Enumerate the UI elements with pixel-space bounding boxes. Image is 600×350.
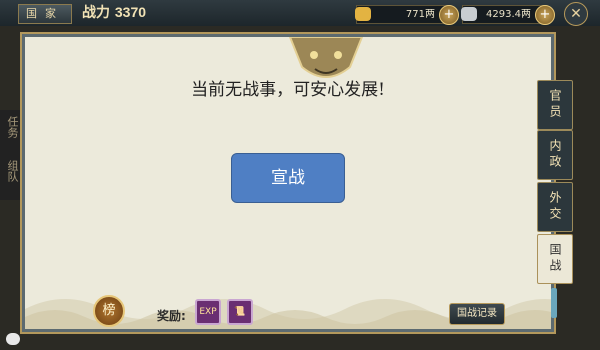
gold-resource: 771两 + (355, 5, 459, 25)
side-item-team[interactable]: 组队 (4, 160, 20, 182)
side-menu: 任务 组队 (0, 110, 22, 200)
silver-ingot-icon (461, 7, 477, 21)
exp-token-icon: EXP (199, 307, 217, 317)
side-item-task[interactable]: 任务 (4, 116, 20, 138)
war-panel: 当前无战事，可安心发展! 宣战 榜 奖励: EXP 📜 国战记录 (22, 34, 554, 332)
tab-officials[interactable]: 官员 (537, 80, 573, 130)
tassel-decoration (551, 288, 557, 318)
top-bar: 国家 战力 3370 771两 + 4293.4两 + ✕ (0, 0, 600, 26)
combat-power-value: 3370 (114, 4, 147, 20)
gold-value: 771两 (405, 9, 435, 20)
combat-power: 战力 3370 (82, 2, 146, 22)
country-button[interactable]: 国家 (18, 4, 72, 24)
chat-bubble-icon[interactable] (6, 333, 20, 345)
reward-label: 奖励: (157, 309, 186, 323)
gold-ingot-icon (355, 7, 371, 21)
combat-power-label: 战力 (82, 5, 110, 21)
ranking-button[interactable]: 榜 (93, 295, 125, 327)
war-record-button[interactable]: 国战记录 (449, 303, 505, 325)
tab-national-war[interactable]: 国战 (537, 234, 573, 284)
add-silver-button[interactable]: + (535, 5, 555, 25)
close-button[interactable]: ✕ (564, 2, 588, 26)
add-gold-button[interactable]: + (439, 5, 459, 25)
scroll-icon: 📜 (234, 307, 246, 317)
silver-resource: 4293.4两 + (461, 5, 555, 25)
reward-item-scroll[interactable]: 📜 (227, 299, 253, 325)
reward-item-exp[interactable]: EXP (195, 299, 221, 325)
tab-diplomacy[interactable]: 外交 (537, 182, 573, 232)
declare-war-button[interactable]: 宣战 (231, 153, 345, 203)
silver-value: 4293.4两 (486, 9, 531, 20)
war-status-message: 当前无战事，可安心发展! (191, 80, 385, 100)
tab-internal-affairs[interactable]: 内政 (537, 130, 573, 180)
